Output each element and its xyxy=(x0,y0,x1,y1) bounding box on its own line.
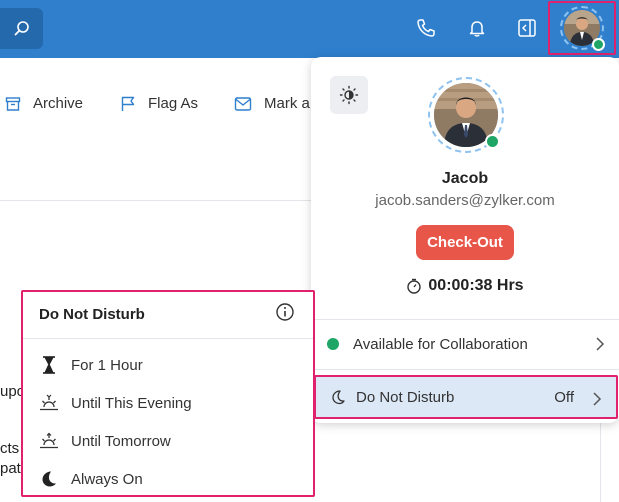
toolbar-divider xyxy=(0,200,320,201)
available-status-dot xyxy=(327,338,339,350)
hourglass-icon xyxy=(39,355,59,375)
mail-text-fragment: cts xyxy=(0,440,20,457)
flag-label: Flag As xyxy=(148,95,199,112)
archive-icon xyxy=(5,96,21,111)
session-timer: 00:00:38 Hrs xyxy=(311,277,619,295)
dnd-option-label: Always On xyxy=(71,470,143,488)
dnd-option-label: Until This Evening xyxy=(71,394,192,412)
mark-as-label: Mark a xyxy=(264,95,310,112)
dnd-menu-title: Do Not Disturb xyxy=(39,306,145,323)
mark-as-button[interactable]: Mark a xyxy=(234,95,310,112)
flag-button[interactable]: Flag As xyxy=(120,95,198,112)
archive-button[interactable]: Archive xyxy=(5,95,83,112)
stopwatch-icon xyxy=(407,278,422,294)
search-button[interactable] xyxy=(0,8,43,49)
panel-divider xyxy=(311,369,619,370)
info-icon[interactable] xyxy=(275,302,295,322)
status-available-row[interactable]: Available for Collaboration xyxy=(311,322,619,366)
dnd-option-1-hour[interactable]: For 1 Hour xyxy=(39,355,143,375)
dnd-option-label: For 1 Hour xyxy=(71,356,143,374)
flag-icon xyxy=(121,96,135,111)
bell-icon xyxy=(469,21,485,37)
mail-text-fragment: pat xyxy=(0,460,21,477)
panel-divider xyxy=(311,319,619,320)
phone-button[interactable] xyxy=(412,14,440,42)
dnd-menu: Do Not Disturb For 1 Hour Until This Eve… xyxy=(21,290,315,497)
dnd-menu-divider xyxy=(23,338,313,339)
phone-icon xyxy=(417,19,435,37)
theme-toggle-button[interactable] xyxy=(330,76,368,114)
profile-avatar-large xyxy=(428,77,504,153)
timer-value: 00:00:38 Hrs xyxy=(428,277,524,294)
mail-toolbar: Archive Flag As Mark a xyxy=(0,70,320,140)
dnd-option-evening[interactable]: Until This Evening xyxy=(39,393,192,413)
moon-icon xyxy=(39,469,59,489)
dnd-row[interactable]: Do Not Disturb Off xyxy=(314,375,618,419)
brightness-icon xyxy=(339,85,359,105)
top-bar xyxy=(0,0,619,58)
archive-label: Archive xyxy=(33,95,84,112)
content-border xyxy=(600,420,601,502)
dnd-option-tomorrow[interactable]: Until Tomorrow xyxy=(39,431,171,451)
online-status-dot xyxy=(592,38,605,51)
dnd-value: Off xyxy=(554,388,574,406)
panel-collapse-icon xyxy=(518,19,536,37)
sunset-icon xyxy=(39,393,59,413)
online-status-dot xyxy=(485,134,500,149)
sunrise-icon xyxy=(39,431,59,451)
profile-avatar-button[interactable] xyxy=(548,1,616,55)
dnd-option-always[interactable]: Always On xyxy=(39,469,143,489)
dnd-label: Do Not Disturb xyxy=(356,388,455,406)
search-icon xyxy=(14,20,29,35)
profile-panel: Jacob jacob.sanders@zylker.com Check-Out… xyxy=(311,57,619,423)
avatar xyxy=(560,6,605,51)
check-out-button[interactable]: Check-Out xyxy=(416,225,514,260)
status-label: Available for Collaboration xyxy=(353,335,528,353)
dnd-option-label: Until Tomorrow xyxy=(71,432,171,450)
user-email: jacob.sanders@zylker.com xyxy=(375,192,555,209)
moon-outline-icon xyxy=(332,390,345,405)
mail-icon xyxy=(234,96,252,111)
chevron-right-icon xyxy=(596,337,605,351)
notifications-button[interactable] xyxy=(463,14,491,42)
panel-toggle-button[interactable] xyxy=(513,14,541,42)
chevron-right-icon xyxy=(593,392,602,406)
user-name: Jacob xyxy=(441,170,489,187)
